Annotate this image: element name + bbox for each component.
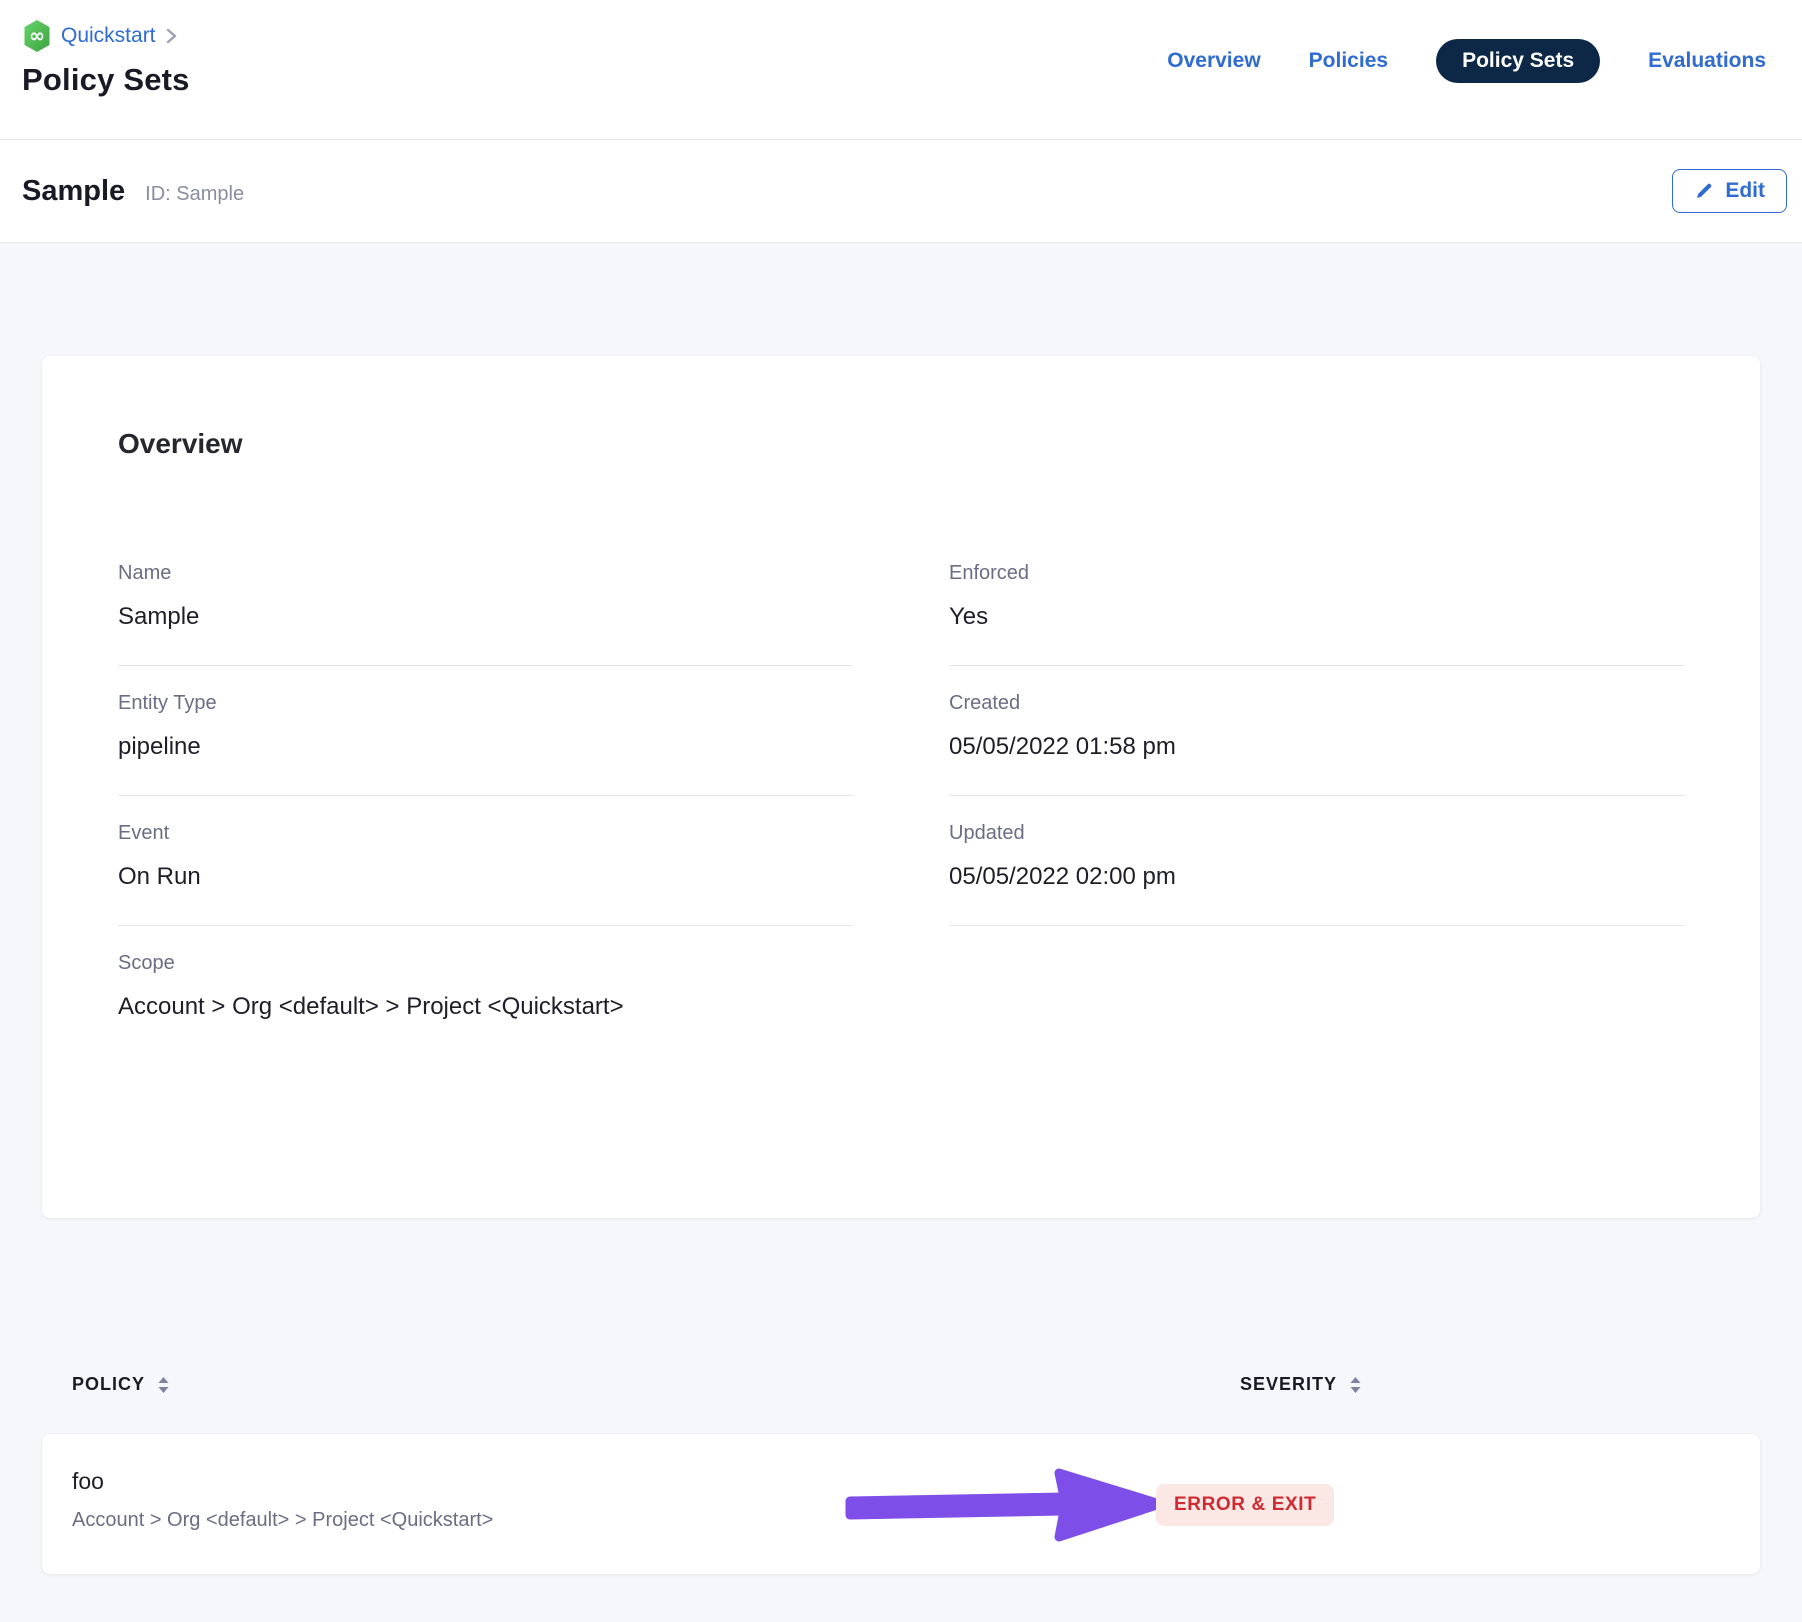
chevron-right-icon bbox=[165, 26, 178, 46]
field-value: On Run bbox=[118, 863, 853, 891]
project-hexagon-infinity-icon: ∞ bbox=[22, 19, 52, 53]
field-label: Entity Type bbox=[118, 692, 853, 715]
policy-scope: Account > Org <default> > Project <Quick… bbox=[72, 1509, 493, 1532]
table-row-policy-foo[interactable]: foo Account > Org <default> > Project <Q… bbox=[42, 1434, 1760, 1574]
policies-table-header: POLICY SEVERITY bbox=[42, 1368, 1760, 1408]
field-label: Scope bbox=[118, 952, 853, 975]
field-enforced: Enforced Yes bbox=[949, 536, 1684, 666]
field-value: pipeline bbox=[118, 733, 853, 761]
sort-icon bbox=[1349, 1376, 1362, 1394]
field-name: Name Sample bbox=[118, 536, 853, 666]
pencil-icon bbox=[1694, 181, 1714, 201]
overview-fields-grid: Name Sample Entity Type pipeline Event O… bbox=[118, 536, 1684, 1055]
overview-card-title: Overview bbox=[118, 428, 1684, 460]
tab-policy-sets-active[interactable]: Policy Sets bbox=[1436, 39, 1600, 83]
field-value: 05/05/2022 01:58 pm bbox=[949, 733, 1684, 761]
policy-set-id: ID: Sample bbox=[145, 183, 244, 206]
column-header-severity[interactable]: SEVERITY bbox=[1240, 1374, 1362, 1395]
field-event: Event On Run bbox=[118, 796, 853, 926]
field-updated: Updated 05/05/2022 02:00 pm bbox=[949, 796, 1684, 926]
field-label: Event bbox=[118, 822, 853, 845]
edit-button-label: Edit bbox=[1725, 179, 1765, 203]
field-value: Account > Org <default> > Project <Quick… bbox=[118, 993, 853, 1021]
sort-icon bbox=[157, 1376, 170, 1394]
field-entity-type: Entity Type pipeline bbox=[118, 666, 853, 796]
policy-name: foo bbox=[72, 1468, 493, 1495]
tab-policies[interactable]: Policies bbox=[1309, 49, 1388, 73]
entity-title-wrap: Sample ID: Sample bbox=[22, 175, 244, 208]
field-label: Enforced bbox=[949, 562, 1684, 585]
overview-card: Overview Name Sample Entity Type pipelin… bbox=[42, 356, 1760, 1218]
tab-evaluations[interactable]: Evaluations bbox=[1648, 49, 1766, 73]
annotation-arrow-icon bbox=[842, 1459, 1172, 1556]
field-label: Name bbox=[118, 562, 853, 585]
field-label: Created bbox=[949, 692, 1684, 715]
column-header-policy[interactable]: POLICY bbox=[72, 1374, 170, 1395]
column-header-policy-label: POLICY bbox=[72, 1374, 145, 1395]
entity-header: Sample ID: Sample Edit bbox=[0, 140, 1802, 243]
column-header-severity-label: SEVERITY bbox=[1240, 1374, 1337, 1395]
breadcrumb-project-link[interactable]: Quickstart bbox=[61, 24, 156, 48]
section-nav: Overview Policies Policy Sets Evaluation… bbox=[1167, 38, 1766, 84]
edit-button[interactable]: Edit bbox=[1672, 169, 1787, 213]
svg-text:∞: ∞ bbox=[29, 25, 45, 47]
field-value: Yes bbox=[949, 603, 1684, 631]
top-header: ∞ Quickstart Policy Sets Overview Polici… bbox=[0, 0, 1802, 140]
row-name-block: foo Account > Org <default> > Project <Q… bbox=[72, 1468, 493, 1532]
severity-badge: ERROR & EXIT bbox=[1156, 1484, 1334, 1526]
overview-right-column: Enforced Yes Created 05/05/2022 01:58 pm… bbox=[949, 536, 1684, 1055]
tab-overview[interactable]: Overview bbox=[1167, 49, 1260, 73]
field-value: Sample bbox=[118, 603, 853, 631]
field-scope: Scope Account > Org <default> > Project … bbox=[118, 926, 853, 1055]
breadcrumb: ∞ Quickstart bbox=[22, 18, 190, 54]
page-title: Policy Sets bbox=[22, 62, 190, 98]
policy-set-name: Sample bbox=[22, 175, 125, 208]
field-label: Updated bbox=[949, 822, 1684, 845]
title-block: ∞ Quickstart Policy Sets bbox=[22, 0, 190, 139]
field-value: 05/05/2022 02:00 pm bbox=[949, 863, 1684, 891]
overview-left-column: Name Sample Entity Type pipeline Event O… bbox=[118, 536, 853, 1055]
field-created: Created 05/05/2022 01:58 pm bbox=[949, 666, 1684, 796]
main-content: Overview Name Sample Entity Type pipelin… bbox=[0, 356, 1802, 1574]
